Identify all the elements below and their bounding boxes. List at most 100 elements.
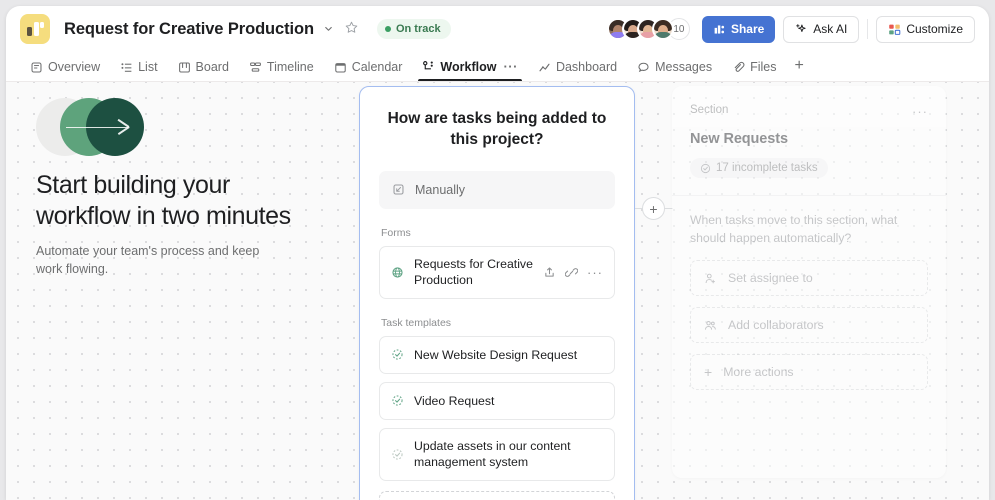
timeline-icon xyxy=(249,61,262,74)
divider xyxy=(867,19,869,39)
form-row-overflow-icon[interactable]: ··· xyxy=(587,266,603,279)
messages-icon xyxy=(637,61,650,74)
more-actions-label: More actions xyxy=(723,365,794,380)
customize-label: Customize xyxy=(906,22,963,36)
tab-dashboard[interactable]: Dashboard xyxy=(528,60,627,81)
set-assignee-label: Set assignee to xyxy=(728,271,813,286)
tab-board[interactable]: Board xyxy=(168,60,239,81)
rule-question: When tasks move to this section, what sh… xyxy=(690,212,898,245)
intake-manually-row[interactable]: Manually xyxy=(379,170,615,209)
form-row[interactable]: Requests for Creative Production ··· xyxy=(379,245,615,299)
share-label: Share xyxy=(730,22,765,36)
incomplete-tasks-badge[interactable]: 17 incomplete tasks xyxy=(690,158,828,178)
workflow-intro-subtitle: Automate your team's process and keep wo… xyxy=(36,244,260,277)
calendar-icon xyxy=(334,61,347,74)
globe-icon xyxy=(391,266,404,279)
overview-icon xyxy=(30,61,43,74)
add-collaborators-label: Add collaborators xyxy=(728,318,824,333)
divider xyxy=(672,194,946,196)
top-bar-actions: 10 Share Ask AI Customize xyxy=(606,15,975,43)
tab-list[interactable]: List xyxy=(110,60,167,81)
workflow-intro-title: Start building your workflow in two minu… xyxy=(36,171,291,230)
workflow-icon xyxy=(422,60,435,73)
person-add-icon xyxy=(704,272,717,285)
task-template-name: Video Request xyxy=(414,393,495,408)
intake-manually-label: Manually xyxy=(415,182,466,197)
chevron-down-icon[interactable] xyxy=(323,23,334,36)
tab-label: Workflow xyxy=(440,59,497,74)
check-circle-icon xyxy=(700,163,711,174)
status-dot-icon xyxy=(384,26,391,32)
share-export-icon[interactable] xyxy=(543,266,556,279)
tab-label: Timeline xyxy=(266,60,314,74)
form-name: Requests for Creative Production xyxy=(414,256,533,288)
add-intake-source-button[interactable]: + Intake source xyxy=(379,490,615,500)
tab-timeline[interactable]: Timeline xyxy=(239,60,324,81)
more-actions-action[interactable]: + More actions xyxy=(690,354,928,391)
app-window: Request for Creative Production On track xyxy=(6,6,989,500)
section-rule-card: Section ··· New Requests 17 incomplete t… xyxy=(672,86,946,478)
task-template-row[interactable]: Video Request xyxy=(379,381,615,420)
tab-overview[interactable]: Overview xyxy=(20,60,110,81)
set-assignee-action[interactable]: Set assignee to xyxy=(690,260,928,297)
task-check-icon xyxy=(391,448,404,461)
workflow-illustration-icon xyxy=(36,98,146,156)
tab-label: Dashboard xyxy=(555,60,618,74)
view-tabs: Overview List Board Timeline Calendar Wo… xyxy=(6,52,989,82)
asana-logo[interactable] xyxy=(20,14,50,44)
tab-overflow-icon[interactable]: ··· xyxy=(503,59,518,74)
tab-label: Overview xyxy=(48,60,101,74)
tab-label: List xyxy=(138,60,158,74)
manual-entry-icon xyxy=(392,183,405,196)
tab-calendar[interactable]: Calendar xyxy=(324,60,413,81)
top-bar: Request for Creative Production On track xyxy=(6,6,989,52)
task-template-name: New Website Design Request xyxy=(414,347,578,362)
ask-ai-label: Ask AI xyxy=(813,22,848,36)
dashboard-icon xyxy=(538,61,551,74)
tab-workflow[interactable]: Workflow ··· xyxy=(412,59,528,81)
section-name: New Requests xyxy=(690,131,788,147)
workflow-intro: Start building your workflow in two minu… xyxy=(36,98,316,278)
task-check-icon xyxy=(391,394,404,407)
workflow-canvas: Start building your workflow in two minu… xyxy=(6,82,989,500)
sparkle-icon xyxy=(795,23,808,36)
board-icon xyxy=(178,61,191,74)
intake-question: How are tasks being added to this projec… xyxy=(387,110,607,148)
tab-files[interactable]: Files xyxy=(722,60,786,81)
plus-icon: + xyxy=(704,364,713,381)
task-templates-group-label: Task templates xyxy=(381,316,452,329)
ask-ai-button[interactable]: Ask AI xyxy=(783,15,860,43)
form-row-actions: ··· xyxy=(543,266,603,279)
intake-card: How are tasks being added to this projec… xyxy=(359,86,635,500)
tab-label: Messages xyxy=(655,60,713,74)
task-check-icon xyxy=(391,348,404,361)
tab-messages[interactable]: Messages xyxy=(627,60,722,81)
page-title: Request for Creative Production xyxy=(64,19,314,38)
avatar[interactable] xyxy=(651,18,674,40)
files-icon xyxy=(732,61,745,74)
share-icon xyxy=(713,23,726,36)
task-template-row[interactable]: Update assets in our content management … xyxy=(379,427,615,481)
people-icon xyxy=(704,319,717,332)
tab-label: Files xyxy=(750,60,777,74)
link-icon[interactable] xyxy=(565,266,578,279)
section-overflow-icon[interactable]: ··· xyxy=(912,104,928,119)
add-workflow-step-button[interactable]: + xyxy=(642,197,665,220)
status-badge[interactable]: On track xyxy=(376,19,451,39)
member-avatars[interactable]: 10 xyxy=(606,18,690,40)
task-template-name: Update assets in our content management … xyxy=(414,438,571,470)
share-button[interactable]: Share xyxy=(701,15,776,43)
incomplete-tasks-label: 17 incomplete tasks xyxy=(716,162,818,174)
customize-button[interactable]: Customize xyxy=(876,15,975,43)
list-icon xyxy=(120,61,133,74)
status-badge-label: On track xyxy=(395,23,441,35)
customize-icon xyxy=(888,23,901,36)
task-template-row[interactable]: New Website Design Request xyxy=(379,335,615,374)
add-collaborators-action[interactable]: Add collaborators xyxy=(690,307,928,344)
star-icon[interactable] xyxy=(344,20,359,38)
forms-group-label: Forms xyxy=(381,226,411,239)
section-label: Section xyxy=(690,104,729,116)
tab-label: Calendar xyxy=(351,60,403,74)
section-card-header: Section ··· xyxy=(690,104,928,119)
add-tab-button[interactable]: + xyxy=(787,57,812,81)
